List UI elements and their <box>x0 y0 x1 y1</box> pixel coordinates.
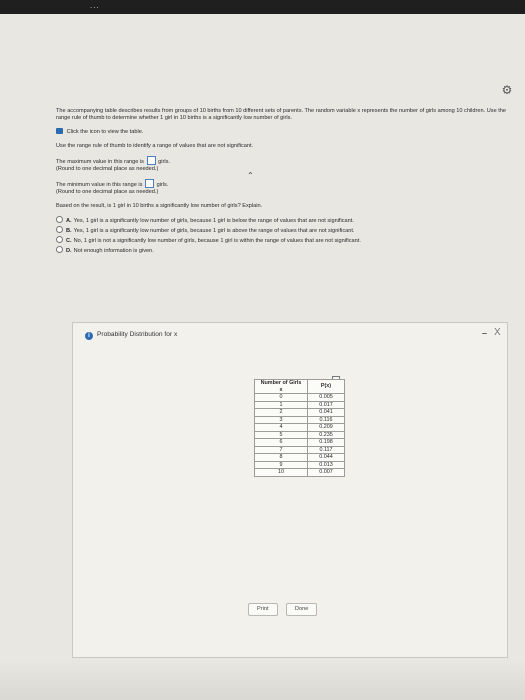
table-row: 5 0.235 <box>254 430 345 439</box>
header-fragment: ... <box>90 1 100 10</box>
min-round-note: (Round to one decimal place as needed.) <box>56 189 159 196</box>
max-round-note: (Round to one decimal place as needed.) <box>56 166 159 173</box>
cell-p: 0.007 <box>307 468 345 477</box>
max-input[interactable] <box>146 155 156 165</box>
question-intro: The accompanying table describes results… <box>56 108 507 122</box>
modal-title: i Probability Distribution for x <box>85 331 177 340</box>
column-header-p: P(x) <box>307 379 345 394</box>
table-header-row: Number of Girls x P(x) <box>254 379 345 394</box>
distribution-table: Number of Girls x P(x) 0 0.005 1 0.017 2 0.… <box>254 379 345 477</box>
radio-icon[interactable] <box>56 226 63 234</box>
table-icon[interactable] <box>56 128 63 135</box>
option-d[interactable]: D. Not enough information is given. <box>56 246 521 255</box>
cell-x: 8 <box>254 453 308 462</box>
question-prompt: Based on the result, is 1 girl in 10 bir… <box>56 202 263 209</box>
cell-p: 0.198 <box>307 438 345 447</box>
table-row: 2 0.041 <box>254 408 345 417</box>
cell-x: 5 <box>254 430 308 439</box>
cell-p: 0.235 <box>307 430 345 439</box>
cell-x: 9 <box>254 460 308 469</box>
done-button[interactable]: Done <box>286 603 318 616</box>
cell-x: 4 <box>254 423 308 432</box>
cell-p: 0.116 <box>307 415 345 424</box>
print-button[interactable]: Print <box>248 603 278 616</box>
mouse-cursor-icon: ⌃ <box>247 171 254 180</box>
table-row: 8 0.044 <box>254 453 345 462</box>
question-panel: The accompanying table describes results… <box>56 108 521 257</box>
cell-p: 0.013 <box>307 460 345 469</box>
desk-surface <box>0 660 525 700</box>
cell-p: 0.005 <box>307 393 345 402</box>
cell-x: 10 <box>254 468 308 477</box>
minimize-button[interactable]: – <box>482 328 487 338</box>
table-row: 3 0.116 <box>254 415 345 424</box>
table-row: 1 0.017 <box>254 400 345 409</box>
cell-x: 6 <box>254 438 308 447</box>
table-row: 9 0.013 <box>254 460 345 469</box>
table-row: 4 0.209 <box>254 423 345 432</box>
option-a[interactable]: A. Yes, 1 girl is a significantly low num… <box>56 215 521 225</box>
cell-x: 7 <box>254 445 308 454</box>
min-line: The minimum value in this range is girls… <box>56 179 521 189</box>
instruction: Use the range rule of thumb to identify … <box>56 142 254 149</box>
min-prefix: The minimum value in this range is <box>56 182 143 189</box>
radio-icon[interactable] <box>56 215 63 223</box>
probability-distribution-modal: i Probability Distribution for x – X Numb… <box>72 322 508 658</box>
view-table-line: Click the icon to view the table. <box>56 128 521 136</box>
cell-x: 0 <box>254 393 308 402</box>
browser-top-strip: ... <box>0 0 525 14</box>
gear-icon[interactable]: ⚙ <box>501 84 513 96</box>
max-prefix: The maximum value in this range is <box>56 158 144 165</box>
column-header-x: Number of Girls x <box>254 379 308 394</box>
option-c[interactable]: C. No, 1 girl is not a significantly low … <box>56 236 521 245</box>
min-suffix: girls. <box>156 182 169 189</box>
view-table-link[interactable]: Click the icon to view the table. <box>67 129 144 135</box>
radio-icon[interactable] <box>56 246 63 254</box>
close-button[interactable]: X <box>494 327 501 338</box>
option-b[interactable]: B. Yes, 1 girl is a significantly low num… <box>56 226 521 235</box>
cell-p: 0.044 <box>307 453 345 462</box>
cell-p: 0.041 <box>307 408 345 417</box>
cell-x: 1 <box>254 400 308 409</box>
info-icon: i <box>85 332 93 340</box>
min-input[interactable] <box>145 179 154 189</box>
table-row: 6 0.198 <box>254 438 345 447</box>
max-suffix: girls. <box>158 158 170 165</box>
cell-p: 0.117 <box>307 445 345 454</box>
radio-icon[interactable] <box>56 236 63 244</box>
cell-p: 0.017 <box>307 400 345 409</box>
cell-x: 2 <box>254 408 308 417</box>
cell-p: 0.209 <box>307 423 345 432</box>
table-row: 7 0.117 <box>254 445 345 454</box>
cell-x: 3 <box>254 415 308 424</box>
max-line: The maximum value in this range is girls… <box>56 155 521 166</box>
answer-options: A. Yes, 1 girl is a significantly low num… <box>56 215 521 256</box>
table-row: 0 0.005 <box>254 393 345 402</box>
table-row: 10 0.007 <box>254 468 345 477</box>
